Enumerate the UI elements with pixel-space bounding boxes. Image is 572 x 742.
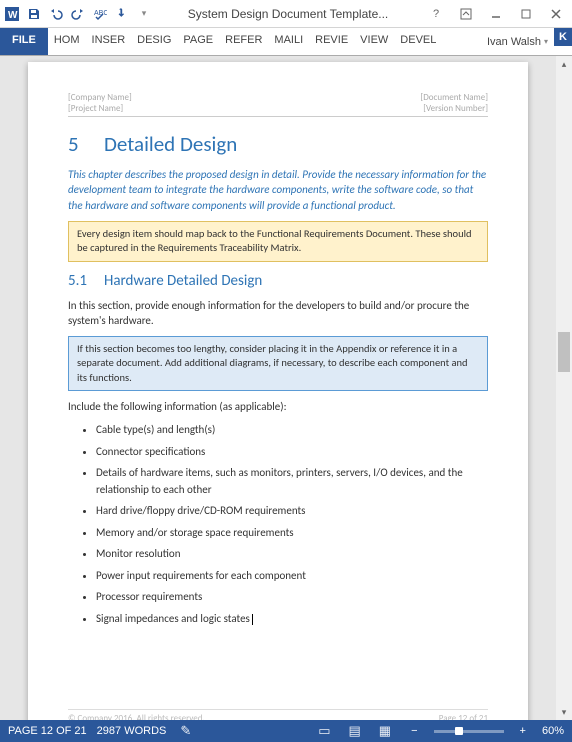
page-footer: © Company 2016. All rights reserved. Pag… bbox=[68, 709, 488, 720]
footer-copyright: © Company 2016. All rights reserved. bbox=[68, 713, 205, 720]
paragraph-2: Include the following information (as ap… bbox=[68, 399, 488, 414]
help-icon[interactable]: ? bbox=[424, 4, 448, 24]
heading-2: 5.1Hardware Detailed Design bbox=[68, 272, 488, 290]
heading-1-text: Detailed Design bbox=[104, 131, 237, 157]
list-item: Memory and/or storage space requirements bbox=[96, 525, 488, 542]
document-viewport: [Company Name] [Document Name] [Project … bbox=[0, 56, 572, 720]
list-item: Processor requirements bbox=[96, 589, 488, 606]
maximize-icon[interactable] bbox=[514, 4, 538, 24]
vertical-scrollbar[interactable]: ▴ ▾ bbox=[556, 56, 572, 720]
page-header-2: [Project Name] [Version Number] bbox=[68, 103, 488, 114]
list-item: Power input requirements for each compon… bbox=[96, 568, 488, 585]
status-bar: PAGE 12 OF 21 2987 WORDS ✎ ▭ ▤ ▦ − + 60% bbox=[0, 720, 572, 742]
word-app-icon: W bbox=[4, 6, 20, 22]
heading-1: 5Detailed Design bbox=[68, 131, 488, 157]
heading-1-number: 5 bbox=[68, 131, 104, 157]
list-item: Hard drive/floppy drive/CD-ROM requireme… bbox=[96, 503, 488, 520]
web-layout-icon[interactable]: ▦ bbox=[375, 723, 395, 739]
window-title: System Design Document Template... bbox=[158, 7, 418, 21]
spellcheck-icon[interactable]: ABC bbox=[92, 6, 108, 22]
tab-home[interactable]: HOM bbox=[48, 28, 86, 55]
user-initial-box[interactable]: K bbox=[554, 28, 572, 46]
print-layout-icon[interactable]: ▤ bbox=[345, 723, 365, 739]
zoom-in-button[interactable]: + bbox=[514, 725, 532, 737]
touch-mode-icon[interactable] bbox=[114, 6, 130, 22]
svg-text:W: W bbox=[8, 10, 18, 21]
callout-blue: If this section becomes too lengthy, con… bbox=[68, 336, 488, 391]
page-header: [Company Name] [Document Name] bbox=[68, 92, 488, 103]
tab-view[interactable]: VIEW bbox=[354, 28, 394, 55]
zoom-out-button[interactable]: − bbox=[405, 725, 423, 737]
save-icon[interactable] bbox=[26, 6, 42, 22]
document-page[interactable]: [Company Name] [Document Name] [Project … bbox=[28, 62, 528, 720]
header-version: [Version Number] bbox=[423, 103, 488, 114]
minimize-icon[interactable] bbox=[484, 4, 508, 24]
scroll-up-icon[interactable]: ▴ bbox=[556, 56, 572, 72]
qat-customize-icon[interactable]: ▾ bbox=[136, 6, 152, 22]
zoom-level[interactable]: 60% bbox=[542, 725, 564, 737]
scroll-down-icon[interactable]: ▾ bbox=[556, 704, 572, 720]
list-item-cursor: Signal impedances and logic states bbox=[96, 611, 488, 628]
redo-icon[interactable] bbox=[70, 6, 86, 22]
tab-developer[interactable]: DEVEL bbox=[394, 28, 442, 55]
tab-file[interactable]: FILE bbox=[0, 28, 48, 55]
list-item: Cable type(s) and length(s) bbox=[96, 422, 488, 439]
tab-insert[interactable]: INSER bbox=[86, 28, 132, 55]
header-rule bbox=[68, 116, 488, 117]
tab-page-layout[interactable]: PAGE bbox=[177, 28, 219, 55]
bullet-list: Cable type(s) and length(s) Connector sp… bbox=[68, 422, 488, 627]
chapter-intro: This chapter describes the proposed desi… bbox=[68, 167, 488, 213]
paragraph-1: In this section, provide enough informat… bbox=[68, 298, 488, 329]
ribbon-collapse-icon[interactable] bbox=[454, 4, 478, 24]
undo-icon[interactable] bbox=[48, 6, 64, 22]
scroll-track[interactable] bbox=[556, 72, 572, 704]
footer-page-number: Page 12 of 21 bbox=[439, 713, 488, 720]
heading-2-number: 5.1 bbox=[68, 272, 104, 290]
tab-mailings[interactable]: MAILI bbox=[268, 28, 309, 55]
header-project: [Project Name] bbox=[68, 103, 123, 114]
tab-design[interactable]: DESIG bbox=[131, 28, 177, 55]
proofing-icon[interactable]: ✎ bbox=[176, 723, 195, 739]
list-item: Monitor resolution bbox=[96, 546, 488, 563]
header-company: [Company Name] bbox=[68, 92, 132, 103]
scroll-thumb[interactable] bbox=[558, 332, 570, 372]
ribbon-tabs: FILE HOM INSER DESIG PAGE REFER MAILI RE… bbox=[0, 28, 572, 56]
tab-review[interactable]: REVIE bbox=[309, 28, 354, 55]
status-word-count[interactable]: 2987 WORDS bbox=[97, 725, 167, 737]
zoom-slider[interactable] bbox=[434, 730, 504, 733]
list-item: Details of hardware items, such as monit… bbox=[96, 465, 488, 498]
tab-references[interactable]: REFER bbox=[219, 28, 268, 55]
close-icon[interactable] bbox=[544, 4, 568, 24]
status-page[interactable]: PAGE 12 OF 21 bbox=[8, 725, 87, 737]
header-docname: [Document Name] bbox=[421, 92, 489, 103]
user-menu[interactable]: Ivan Walsh▾ bbox=[483, 28, 552, 55]
heading-2-text: Hardware Detailed Design bbox=[104, 272, 262, 290]
list-item: Connector specifications bbox=[96, 444, 488, 461]
callout-yellow: Every design item should map back to the… bbox=[68, 221, 488, 261]
user-name: Ivan Walsh bbox=[487, 36, 541, 48]
read-mode-icon[interactable]: ▭ bbox=[314, 723, 334, 739]
titlebar: W ABC ▾ System Design Document Template.… bbox=[0, 0, 572, 28]
